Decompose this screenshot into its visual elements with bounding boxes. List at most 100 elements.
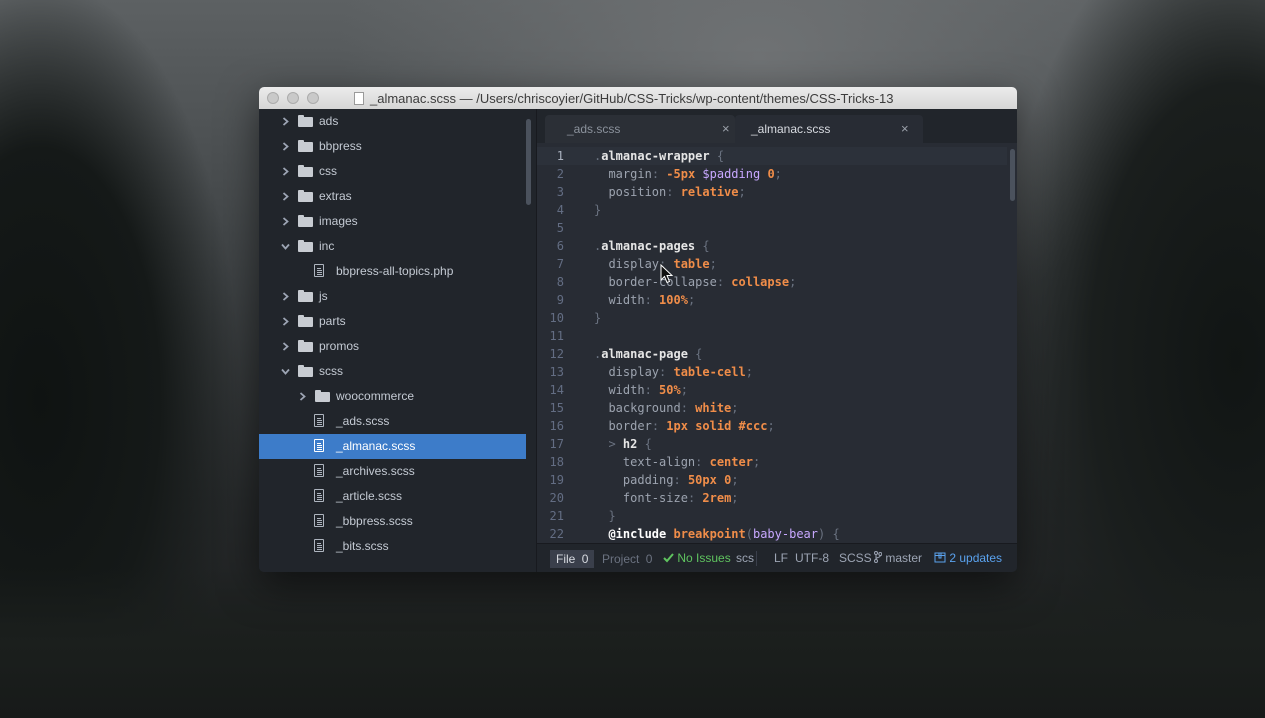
- code-text: .almanac-wrapper {: [594, 149, 724, 163]
- code-line[interactable]: 7 display: table;: [537, 255, 1007, 273]
- code-line[interactable]: 10}: [537, 309, 1007, 327]
- chevron-right-icon[interactable]: [281, 167, 290, 176]
- code-token: 1px: [666, 419, 688, 433]
- tree-folder[interactable]: parts: [259, 309, 526, 334]
- chevron-right-icon[interactable]: [298, 392, 307, 401]
- tree-file[interactable]: _article.scss: [259, 484, 526, 509]
- tree-file[interactable]: _archives.scss: [259, 459, 526, 484]
- editor-scrollbar[interactable]: [1010, 149, 1015, 201]
- code-line[interactable]: 1 .almanac-wrapper {: [537, 147, 1007, 165]
- close-icon[interactable]: ×: [722, 121, 730, 136]
- code-token: :: [659, 365, 674, 379]
- chevron-down-icon[interactable]: [281, 242, 290, 251]
- code-line[interactable]: 11: [537, 327, 1007, 345]
- code-token: -5px: [666, 167, 696, 181]
- git-branch[interactable]: master: [874, 551, 922, 565]
- linter-status[interactable]: No Issues: [663, 551, 731, 565]
- zoom-window-button[interactable]: [307, 92, 319, 104]
- code-line[interactable]: 6 .almanac-pages {: [537, 237, 1007, 255]
- tree-folder[interactable]: ads: [259, 109, 526, 134]
- tree-folder[interactable]: css: [259, 159, 526, 184]
- code-line[interactable]: 9 width: 100%;: [537, 291, 1007, 309]
- cursor-scope[interactable]: scs: [736, 551, 754, 565]
- code-line[interactable]: 15 background: white;: [537, 399, 1007, 417]
- code-text: @include breakpoint(baby-bear) {: [594, 527, 839, 541]
- updates-count: 2 updates: [949, 551, 1003, 565]
- chevron-right-icon[interactable]: [281, 217, 290, 226]
- code-token: :: [673, 473, 688, 487]
- code-line[interactable]: 5: [537, 219, 1007, 237]
- tree-folder[interactable]: bbpress: [259, 134, 526, 159]
- folder-icon: [298, 190, 313, 202]
- chevron-right-icon[interactable]: [281, 142, 290, 151]
- project-issues-button[interactable]: Project 0: [596, 550, 658, 568]
- line-number: 21: [549, 509, 564, 523]
- chevron-right-icon[interactable]: [281, 317, 290, 326]
- grammar-button[interactable]: SCSS: [839, 551, 872, 565]
- code-token: ;: [709, 257, 717, 271]
- title-bar[interactable]: _almanac.scss — /Users/chriscoyier/GitHu…: [259, 87, 1017, 110]
- line-number: 17: [549, 437, 564, 451]
- code-line[interactable]: 20 font-size: 2rem;: [537, 489, 1007, 507]
- tree-folder[interactable]: promos: [259, 334, 526, 359]
- code-line[interactable]: 2 margin: -5px $padding 0;: [537, 165, 1007, 183]
- code-line[interactable]: 19 padding: 50px 0;: [537, 471, 1007, 489]
- tree-folder[interactable]: woocommerce: [259, 384, 526, 409]
- chevron-right-icon[interactable]: [281, 117, 290, 126]
- folder-icon: [298, 240, 313, 252]
- tree-folder[interactable]: images: [259, 209, 526, 234]
- close-window-button[interactable]: [267, 92, 279, 104]
- folder-icon: [298, 365, 313, 377]
- tree-item-label: woocommerce: [336, 389, 415, 403]
- tree-item-label: bbpress: [319, 139, 362, 153]
- line-number: 7: [556, 257, 564, 271]
- chevron-right-icon[interactable]: [281, 192, 290, 201]
- code-editor[interactable]: 1 .almanac-wrapper {2 margin: -5px $paddi…: [537, 143, 1017, 543]
- folder-icon: [298, 140, 313, 152]
- tree-item-label: _archives.scss: [336, 464, 415, 478]
- tab-ads-scss[interactable]: _ads.scss ×: [545, 115, 735, 143]
- code-line[interactable]: 13 display: table-cell;: [537, 363, 1007, 381]
- tree-file[interactable]: _bbpress.scss: [259, 509, 526, 534]
- tree-folder[interactable]: inc: [259, 234, 526, 259]
- tree-view[interactable]: ads bbpress css extras images inc bbpress-all-…: [259, 109, 537, 572]
- code-line[interactable]: 12 .almanac-page {: [537, 345, 1007, 363]
- code-line[interactable]: 8 border-collapse: collapse;: [537, 273, 1007, 291]
- code-line[interactable]: 21 }: [537, 507, 1007, 525]
- tree-folder[interactable]: extras: [259, 184, 526, 209]
- code-line[interactable]: 18 text-align: center;: [537, 453, 1007, 471]
- minimize-window-button[interactable]: [287, 92, 299, 104]
- code-line[interactable]: 16 border: 1px solid #ccc;: [537, 417, 1007, 435]
- code-line[interactable]: 3 position: relative;: [537, 183, 1007, 201]
- chevron-right-icon[interactable]: [281, 292, 290, 301]
- chevron-right-icon[interactable]: [281, 342, 290, 351]
- tree-folder[interactable]: js: [259, 284, 526, 309]
- line-ending-button[interactable]: LF: [774, 551, 788, 565]
- tree-folder[interactable]: scss: [259, 359, 526, 384]
- file-issues-button[interactable]: File 0: [550, 550, 595, 568]
- tree-view-scrollbar[interactable]: [526, 119, 531, 205]
- close-icon[interactable]: ×: [901, 121, 909, 136]
- tree-item-label: inc: [319, 239, 335, 253]
- code-line[interactable]: 4}: [537, 201, 1007, 219]
- code-text: .almanac-pages {: [594, 239, 710, 253]
- tab-almanac-scss[interactable]: _almanac.scss ×: [735, 115, 923, 143]
- code-token: relative: [680, 185, 739, 199]
- encoding-button[interactable]: UTF-8: [795, 551, 829, 565]
- tree-file[interactable]: _almanac.scss: [259, 434, 526, 459]
- tree-file[interactable]: _bits.scss: [259, 534, 526, 559]
- code-line[interactable]: 14 width: 50%;: [537, 381, 1007, 399]
- package-updates[interactable]: 2 updates: [934, 551, 1002, 565]
- tree-file[interactable]: _ads.scss: [259, 409, 526, 434]
- line-number: 16: [549, 419, 564, 433]
- tree-file[interactable]: bbpress-all-topics.php: [259, 259, 526, 284]
- code-line[interactable]: 17 > h2 {: [537, 435, 1007, 453]
- line-number: 13: [549, 365, 564, 379]
- chevron-down-icon[interactable]: [281, 367, 290, 376]
- line-number: 22: [549, 527, 564, 541]
- folder-icon: [298, 290, 313, 302]
- code-line[interactable]: 22 @include breakpoint(baby-bear) {: [537, 525, 1007, 543]
